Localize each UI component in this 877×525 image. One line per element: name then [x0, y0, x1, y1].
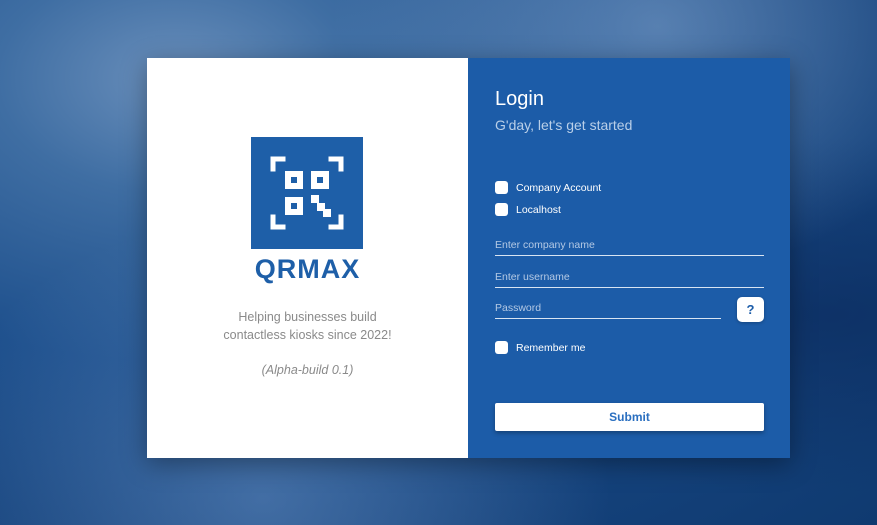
- company-account-label: Company Account: [516, 181, 602, 194]
- login-panel: Login G'day, let's get started Company A…: [468, 58, 790, 458]
- localhost-checkbox[interactable]: [495, 203, 508, 216]
- build-version: (Alpha-build 0.1): [261, 363, 354, 377]
- login-card: QRMAX Helping businesses build contactle…: [147, 58, 790, 458]
- username-field[interactable]: [495, 267, 764, 288]
- password-help-button[interactable]: ?: [737, 297, 764, 322]
- company-name-input[interactable]: [495, 235, 764, 255]
- company-account-option[interactable]: Company Account: [495, 181, 601, 194]
- tagline-line-1: Helping businesses build: [238, 310, 377, 324]
- login-title: Login: [495, 88, 544, 110]
- localhost-label: Localhost: [516, 203, 561, 216]
- login-subtitle: G'day, let's get started: [495, 117, 633, 133]
- localhost-option[interactable]: Localhost: [495, 203, 561, 216]
- submit-button[interactable]: Submit: [495, 403, 764, 431]
- username-input[interactable]: [495, 267, 764, 287]
- qr-code-icon: [251, 137, 363, 249]
- remember-me-checkbox[interactable]: [495, 341, 508, 354]
- company-name-field[interactable]: [495, 235, 764, 256]
- password-input[interactable]: [495, 298, 721, 318]
- company-account-checkbox[interactable]: [495, 181, 508, 194]
- brand-panel: QRMAX Helping businesses build contactle…: [147, 58, 468, 458]
- remember-me-label: Remember me: [516, 341, 586, 354]
- tagline-line-2: contactless kiosks since 2022!: [223, 328, 392, 342]
- password-field[interactable]: [495, 298, 721, 319]
- remember-me-option[interactable]: Remember me: [495, 341, 585, 354]
- brand-name: QRMAX: [254, 254, 361, 284]
- brand-tagline: Helping businesses build contactless kio…: [147, 308, 468, 344]
